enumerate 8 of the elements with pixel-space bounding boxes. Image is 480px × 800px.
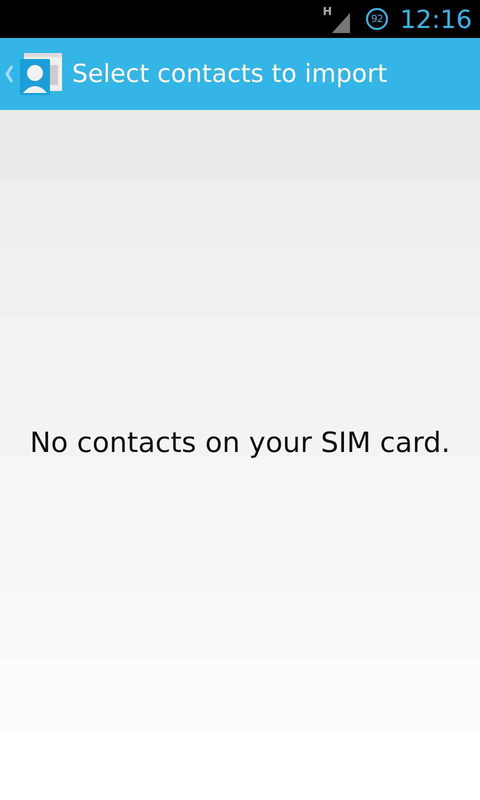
- clock: 12:16: [400, 6, 472, 32]
- contacts-app-icon[interactable]: [18, 51, 64, 97]
- screen-title: Select contacts to import: [72, 58, 388, 90]
- back-icon[interactable]: [4, 64, 14, 84]
- signal-icon: [332, 12, 350, 32]
- battery-level: 92: [366, 8, 388, 30]
- network-type: H: [322, 6, 332, 16]
- empty-message: No contacts on your SIM card.: [30, 425, 450, 461]
